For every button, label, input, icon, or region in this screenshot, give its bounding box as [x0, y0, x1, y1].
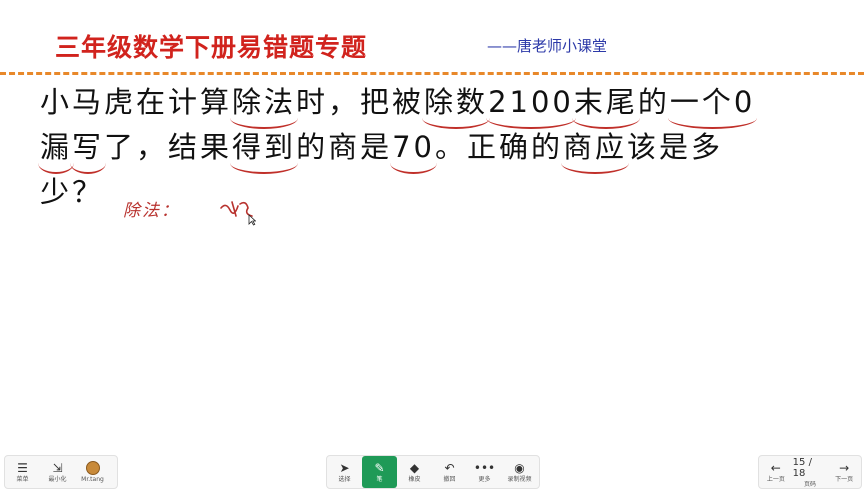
prev-page-button[interactable]: ← 上一页 — [759, 456, 793, 488]
underline-term: 写 — [70, 125, 107, 174]
underline-term: 末尾 — [571, 80, 640, 129]
underline-term: 漏 — [37, 125, 75, 174]
question-text: 小马虎在计算除法时，把被除数2100末尾的一个0 漏写了，结果得到的商是70。正… — [37, 80, 840, 215]
header-divider — [0, 72, 864, 75]
select-tool-button[interactable]: ➤ 选择 — [327, 456, 362, 488]
record-button[interactable]: ◉ 录制视频 — [502, 456, 537, 488]
prev-icon: ← — [770, 461, 781, 475]
menu-button[interactable]: ☰ 菜单 — [5, 456, 40, 488]
page-subtitle: ——唐老师小课堂 — [487, 37, 608, 55]
page-indicator[interactable]: 15 / 18 页码 — [793, 456, 828, 488]
next-icon: → — [839, 461, 850, 475]
menu-icon: ☰ — [17, 461, 28, 475]
eraser-icon: ◆ — [409, 461, 420, 475]
record-icon: ◉ — [514, 461, 525, 475]
question-line-1: 小马虎在计算除法时，把被除数2100末尾的一个0 — [40, 80, 840, 129]
pen-icon: ✎ — [374, 461, 385, 475]
cursor-icon: ➤ — [339, 461, 350, 475]
underline-term: 得到 — [230, 125, 299, 174]
undo-icon: ↶ — [444, 461, 455, 475]
center-toolbar: ➤ 选择 ✎ 笔 ◆ 橡皮 ↶ 撤回 ••• 更多 ◉ 录制视频 — [326, 455, 540, 489]
underline-term: 70 — [390, 125, 437, 174]
right-toolbar: ← 上一页 15 / 18 页码 → 下一页 — [758, 455, 862, 489]
next-page-button[interactable]: → 下一页 — [827, 456, 861, 488]
undo-button[interactable]: ↶ 撤回 — [432, 456, 467, 488]
handwritten-annotation: 除法： — [123, 201, 180, 221]
more-button[interactable]: ••• 更多 — [467, 456, 502, 488]
avatar-icon — [85, 461, 100, 475]
underline-term: 商应 — [560, 125, 630, 174]
eraser-tool-button[interactable]: ◆ 橡皮 — [397, 456, 432, 488]
user-button[interactable]: Mr.tang — [75, 456, 110, 488]
question-line-2: 漏写了，结果得到的商是70。正确的商应该是多 — [37, 125, 840, 174]
underline-term: 除数 — [422, 80, 491, 129]
underline-term: 除法 — [230, 80, 299, 129]
minimize-icon: ⇲ — [52, 461, 63, 475]
underline-term: 2100 — [486, 80, 576, 129]
minimize-button[interactable]: ⇲ 最小化 — [40, 456, 75, 488]
page-title: 三年级数学下册易错题专题 — [55, 33, 368, 62]
cursor-icon — [248, 214, 256, 226]
more-icon: ••• — [473, 461, 496, 475]
left-toolbar: ☰ 菜单 ⇲ 最小化 Mr.tang — [4, 455, 118, 489]
underline-term: 一个0 — [667, 80, 758, 129]
pen-tool-button[interactable]: ✎ 笔 — [362, 456, 397, 488]
